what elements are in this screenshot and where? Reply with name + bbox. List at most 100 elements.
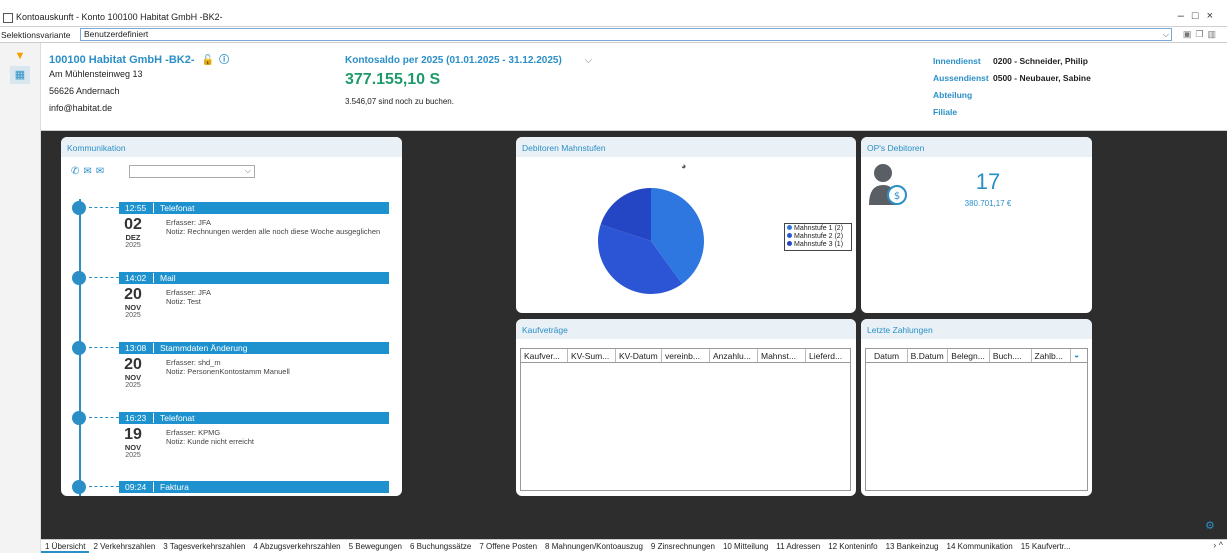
entry-day: 20 [124, 356, 142, 373]
timeline-dot [72, 411, 86, 425]
entry-bar: 16:23 Telefonat [119, 412, 389, 424]
save-icon[interactable]: ▣ [1183, 29, 1196, 39]
timeline-dot [72, 480, 86, 494]
tab-abzugsverkehrszahlen[interactable]: 4 Abzugsverkehrszahlen [249, 540, 344, 553]
unlock-icon[interactable]: 🔓 [202, 55, 214, 66]
kaufvertraege-panel: Kaufveträge Kaufver... KV-Sum... KV-Datu… [516, 319, 856, 496]
column-header[interactable]: Anzahlu... [710, 349, 758, 362]
copy-icon[interactable]: ❐ [1195, 29, 1207, 39]
entry-bar: 14:02 Mail [119, 272, 389, 284]
column-header[interactable]: Belegn... [948, 349, 990, 362]
column-chooser-icon[interactable]: ◒ [1071, 349, 1087, 362]
abteilung-label: Abteilung [933, 90, 973, 100]
column-header[interactable]: Zahlb... [1032, 349, 1072, 362]
tab-buchungssaetze[interactable]: 6 Buchungssätze [406, 540, 475, 553]
selection-value: Benutzerdefiniert [84, 29, 149, 39]
ops-title: OP's Debitoren [861, 137, 1092, 157]
chevron-down-icon[interactable]: ⌵ [1163, 29, 1169, 40]
entry-bar: 09:24 Faktura [119, 481, 389, 493]
innendienst-label: Innendienst [933, 56, 981, 66]
chevron-down-icon[interactable]: ⌵ [245, 166, 251, 176]
zahlungen-grid-body[interactable] [865, 363, 1088, 491]
filter-icon[interactable]: ▼ [10, 47, 30, 65]
chevron-up-icon[interactable]: ^ [1219, 540, 1223, 550]
tab-kaufvertraege[interactable]: 15 Kaufvertr... [1017, 540, 1075, 553]
entry-year: 2025 [125, 242, 141, 249]
column-header[interactable]: Datum [866, 349, 908, 362]
tab-zinsrechnungen[interactable]: 9 Zinsrechnungen [647, 540, 719, 553]
minimize-icon[interactable]: – [1178, 10, 1192, 22]
tab-verkehrszahlen[interactable]: 2 Verkehrszahlen [89, 540, 159, 553]
saldo-value: 377.155,10 S [345, 71, 441, 88]
tab-mitteilung[interactable]: 10 Mitteilung [719, 540, 772, 553]
selection-combo[interactable]: Benutzerdefiniert ⌵ [80, 28, 1172, 41]
entry-text: Erfasser: JFA Notiz: Test [166, 288, 212, 306]
zahlungen-panel: Letzte Zahlungen Datum B.Datum Belegn...… [861, 319, 1092, 496]
close-icon[interactable]: × [1207, 10, 1221, 22]
selection-bar: Selektionsvariante Benutzerdefiniert ⌵ ▣… [0, 27, 1227, 43]
tab-bar: 1 Übersicht 2 Verkehrszahlen 3 Tagesverkeh… [41, 539, 1227, 553]
column-header[interactable]: KV-Datum [616, 349, 662, 362]
maximize-icon[interactable]: □ [1192, 10, 1207, 22]
entry-bar: 12:55 Telefonat [119, 202, 389, 214]
kommunikation-panel: Kommunikation ✆✉✉ ⌵ 12:55 Telefonat 02 DE… [61, 137, 402, 496]
column-header[interactable]: Kaufver... [521, 349, 568, 362]
tab-offene-posten[interactable]: 7 Offene Posten [475, 540, 541, 553]
column-header[interactable]: vereinb... [662, 349, 710, 362]
mail-icon[interactable]: ✉ [83, 166, 95, 177]
gear-icon[interactable]: ⚙ [1205, 519, 1215, 532]
tab-uebersicht[interactable]: 1 Übersicht [41, 540, 90, 553]
entry-day: 19 [124, 426, 142, 443]
window-controls[interactable]: –□× [1178, 10, 1221, 22]
info-icon[interactable]: ⓘ [219, 55, 229, 66]
column-header[interactable]: Lieferd... [806, 349, 850, 362]
ops-amount: 380.701,17 € [964, 199, 1012, 208]
timeline-entry[interactable]: 14:02 Mail 20 NOV 2025 Erfasser: JFA Notiz… [69, 271, 389, 331]
entry-year: 2025 [125, 452, 141, 459]
chevron-right-icon[interactable]: › [1213, 540, 1216, 550]
column-header[interactable]: Buch.... [990, 349, 1032, 362]
tab-tagesverkehrszahlen[interactable]: 3 Tagesverkehrszahlen [159, 540, 249, 553]
timeline-dot [72, 341, 86, 355]
debitoren-panel: Debitoren Mahnstufen ◕ Mahnstufe 1 (2) M… [516, 137, 856, 313]
entry-day: 02 [124, 216, 142, 233]
email[interactable]: info@habitat.de [49, 103, 112, 113]
dashboard-workspace: Kommunikation ✆✉✉ ⌵ 12:55 Telefonat 02 DE… [41, 131, 1227, 539]
timeline-entry[interactable]: 12:55 Telefonat 02 DEZ 2025 Erfasser: JFA… [69, 201, 389, 261]
column-header[interactable]: KV-Sum... [568, 349, 616, 362]
kommunikation-filter-select[interactable]: ⌵ [129, 165, 255, 178]
chevron-down-icon[interactable]: ⌵ [585, 55, 593, 66]
chart-legend: Mahnstufe 1 (2) Mahnstufe 2 (2) Mahnstuf… [784, 223, 852, 251]
column-header[interactable]: Mahnst... [758, 349, 806, 362]
timeline-entry[interactable]: 09:24 Faktura [69, 480, 389, 496]
tab-kommunikation[interactable]: 14 Kommunikation [943, 540, 1017, 553]
entry-year: 2025 [125, 312, 141, 319]
tab-konteninfo[interactable]: 12 Konteninfo [824, 540, 881, 553]
legend-item: Mahnstufe 2 (2) [787, 233, 849, 241]
delete-icon[interactable]: ▥ [1207, 29, 1220, 39]
booking-note: 3.546,07 sind noch zu buchen. [345, 97, 454, 106]
tab-scroll-nav: › ^ [1213, 540, 1223, 550]
timeline-entry[interactable]: 13:08 Stammdaten Änderung 20 NOV 2025 Erf… [69, 341, 389, 401]
filiale-label: Filiale [933, 107, 958, 117]
timeline-entry[interactable]: 16:23 Telefonat 19 NOV 2025 Erfasser: KPM… [69, 411, 389, 471]
left-toolbar: ▼ ▦ [0, 43, 41, 553]
saldo-label[interactable]: Kontosaldo per 2025 (01.01.2025 - 31.12.… [345, 55, 592, 66]
timeline-dot [72, 271, 86, 285]
kommunikation-title: Kommunikation [61, 137, 402, 157]
phone-icon[interactable]: ✆ [71, 166, 83, 177]
entry-bar: 13:08 Stammdaten Änderung [119, 342, 389, 354]
ops-count: 17 [975, 169, 1001, 194]
legend-item: Mahnstufe 3 (1) [787, 241, 849, 249]
grid-icon[interactable]: ▦ [10, 66, 30, 84]
tab-adressen[interactable]: 11 Adressen [772, 540, 824, 553]
kaufvertraege-grid-body[interactable] [520, 363, 851, 491]
tab-bewegungen[interactable]: 5 Bewegungen [345, 540, 406, 553]
tab-mahnungen[interactable]: 8 Mahnungen/Kontoauszug [541, 540, 647, 553]
city: 56626 Andernach [49, 86, 120, 96]
svg-text:$: $ [894, 191, 900, 202]
mail-attach-icon[interactable]: ✉ [96, 166, 108, 177]
tab-bankeinzug[interactable]: 13 Bankeinzug [882, 540, 943, 553]
column-header[interactable]: B.Datum [908, 349, 949, 362]
entry-month: NOV [124, 373, 142, 382]
